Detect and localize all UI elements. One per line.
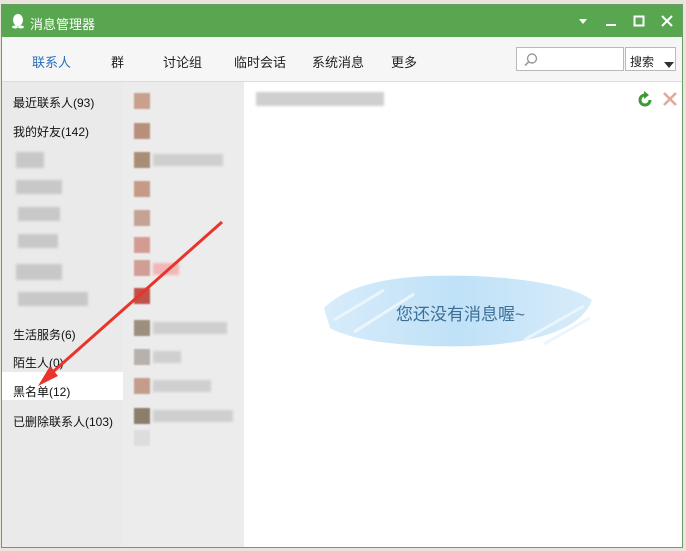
- delete-icon[interactable]: [662, 91, 678, 110]
- qq-penguin-icon: [11, 13, 25, 32]
- redacted-category: [18, 292, 88, 306]
- sidebar-item-my-friends[interactable]: 我的好友(142): [13, 123, 89, 140]
- avatar[interactable]: [134, 260, 150, 276]
- sidebar-item-blacklist[interactable]: 黑名单(12): [13, 383, 70, 400]
- search-icon: [523, 52, 539, 71]
- refresh-icon[interactable]: [636, 91, 654, 112]
- redacted-name: [153, 154, 223, 166]
- avatar[interactable]: [134, 430, 150, 446]
- redacted-category: [16, 152, 44, 168]
- sidebar-item-strangers[interactable]: 陌生人(0): [13, 354, 64, 371]
- close-button[interactable]: [657, 11, 677, 31]
- tab-more[interactable]: 更多: [391, 52, 417, 71]
- redacted-name: [153, 351, 181, 363]
- tab-temp-sessions[interactable]: 临时会话: [234, 52, 286, 71]
- redacted-category: [18, 207, 60, 221]
- avatar[interactable]: [134, 123, 150, 139]
- redacted-name: [153, 263, 179, 275]
- avatar[interactable]: [134, 288, 150, 304]
- tab-contacts[interactable]: 联系人: [32, 52, 71, 71]
- avatar[interactable]: [134, 237, 150, 253]
- avatar[interactable]: [134, 152, 150, 168]
- avatar[interactable]: [134, 378, 150, 394]
- sidebar-item-recent-contacts[interactable]: 最近联系人(93): [13, 94, 94, 111]
- message-content-area: 您还没有消息喔~: [244, 82, 682, 547]
- search-button-label: 搜索: [630, 55, 655, 69]
- title-bar[interactable]: 消息管理器: [2, 5, 682, 37]
- contact-category-sidebar: 最近联系人(93) 我的好友(142) 生活服务(6) 陌生人(0) 黑名单(1…: [2, 82, 123, 547]
- redacted-name: [153, 410, 233, 422]
- redacted-name: [153, 322, 227, 334]
- redacted-conversation-title: [256, 92, 384, 106]
- tab-system-messages[interactable]: 系统消息: [312, 52, 364, 71]
- tab-discussions[interactable]: 讨论组: [163, 52, 202, 71]
- avatar[interactable]: [134, 408, 150, 424]
- avatar[interactable]: [134, 320, 150, 336]
- dropdown-menu-button[interactable]: [573, 11, 593, 31]
- sidebar-item-deleted-contacts[interactable]: 已删除联系人(103): [13, 413, 113, 430]
- maximize-button[interactable]: [629, 11, 649, 31]
- tab-groups[interactable]: 群: [111, 52, 124, 71]
- redacted-category: [16, 264, 62, 280]
- minimize-button[interactable]: [601, 11, 621, 31]
- tab-bar: 联系人 群 讨论组 临时会话 系统消息 更多 搜索: [2, 37, 682, 82]
- redacted-name: [153, 380, 211, 392]
- avatar[interactable]: [134, 181, 150, 197]
- window-title: 消息管理器: [30, 17, 96, 32]
- redacted-category: [16, 180, 62, 194]
- empty-state-message: 您还没有消息喔~: [396, 305, 525, 324]
- sidebar-item-life-services[interactable]: 生活服务(6): [13, 326, 76, 343]
- chevron-down-icon[interactable]: [664, 57, 674, 71]
- message-manager-window: 消息管理器 联系人 群 讨论组 临时会话 系统消息 更多 搜索 最近联系人(93…: [1, 4, 683, 548]
- avatar[interactable]: [134, 93, 150, 109]
- avatar[interactable]: [134, 349, 150, 365]
- search-input[interactable]: [516, 47, 624, 71]
- avatar[interactable]: [134, 210, 150, 226]
- redacted-category: [18, 234, 58, 248]
- search-button[interactable]: 搜索: [625, 47, 676, 71]
- contact-list: [123, 82, 244, 547]
